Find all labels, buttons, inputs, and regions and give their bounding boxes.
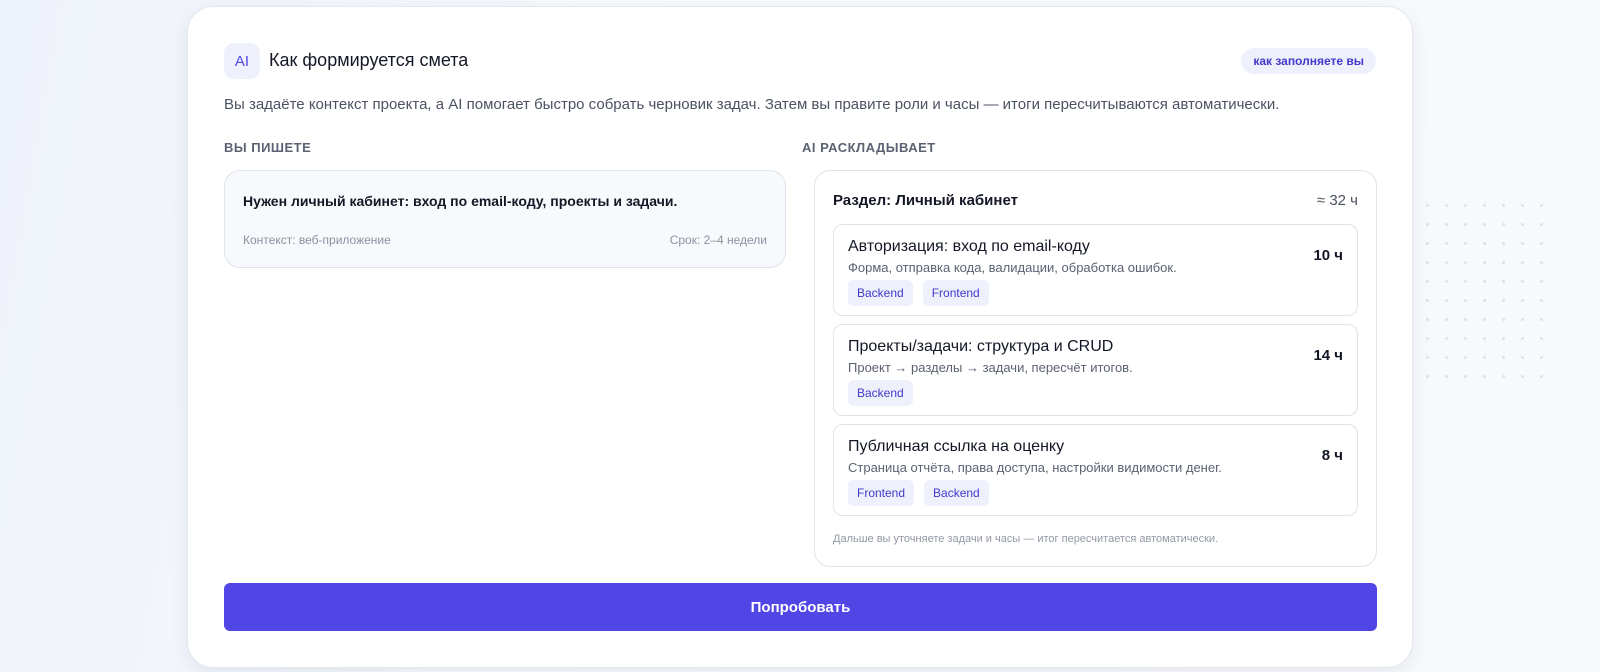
recalc-footnote: Дальше вы уточняете задачи и часы — итог… xyxy=(833,533,1219,545)
role-tag: Backend xyxy=(848,280,913,306)
estimate-explainer-card: AI Как формируется смета как заполняете … xyxy=(187,6,1413,668)
task-hours: 8 ч xyxy=(1321,447,1343,464)
user-request-box: Нужен личный кабинет: вход по email-коду… xyxy=(224,170,786,268)
task-tags: Backend xyxy=(848,380,913,406)
task-hours: 10 ч xyxy=(1313,247,1343,264)
task-description: Форма, отправка кода, валидации, обработ… xyxy=(848,260,1177,275)
card-description: Вы задаёте контекст проекта, а AI помога… xyxy=(224,96,1280,113)
deadline-meta: Срок: 2–4 недели xyxy=(669,233,767,247)
card-header: AI Как формируется смета как заполняете … xyxy=(224,43,1376,79)
task-title: Авторизация: вход по email-коду xyxy=(848,238,1090,255)
task-card: Проекты/задачи: структура и CRUD 14 ч Пр… xyxy=(833,324,1358,416)
task-card: Публичная ссылка на оценку 8 ч Страница … xyxy=(833,424,1358,516)
task-card: Авторизация: вход по email-коду 10 ч Фор… xyxy=(833,224,1358,316)
role-tag: Backend xyxy=(848,380,913,406)
task-tags: Backend Frontend xyxy=(848,280,989,306)
task-hours: 14 ч xyxy=(1313,347,1343,364)
task-tags: Frontend Backend xyxy=(848,480,989,506)
task-title: Проекты/задачи: структура и CRUD xyxy=(848,338,1114,355)
try-button[interactable]: Попробовать xyxy=(224,583,1377,631)
task-title: Публичная ссылка на оценку xyxy=(848,438,1065,455)
card-title: Как формируется смета xyxy=(269,50,469,70)
role-tag: Backend xyxy=(924,480,989,506)
you-write-label: ВЫ ПИШЕТЕ xyxy=(224,140,312,155)
user-request-text: Нужен личный кабинет: вход по email-коду… xyxy=(243,193,678,209)
section-total-hours: ≈ 32 ч xyxy=(1316,192,1358,209)
ai-lays-out-label: AI РАСКЛАДЫВАЕТ xyxy=(802,140,936,155)
role-tag: Frontend xyxy=(922,280,989,306)
background-dot-pattern xyxy=(1418,196,1558,386)
ai-breakdown-box: Раздел: Личный кабинет ≈ 32 ч Авторизаци… xyxy=(814,170,1377,567)
role-tag: Frontend xyxy=(848,480,915,506)
mode-badge: как заполняете вы xyxy=(1241,48,1376,74)
ai-icon: AI xyxy=(224,43,260,79)
task-description: Страница отчёта, права доступа, настройк… xyxy=(848,460,1222,475)
section-title: Раздел: Личный кабинет xyxy=(833,192,1018,209)
task-description: Проект → разделы → задачи, пересчёт итог… xyxy=(848,360,1133,375)
context-meta: Контекст: веб-приложение xyxy=(243,233,391,247)
